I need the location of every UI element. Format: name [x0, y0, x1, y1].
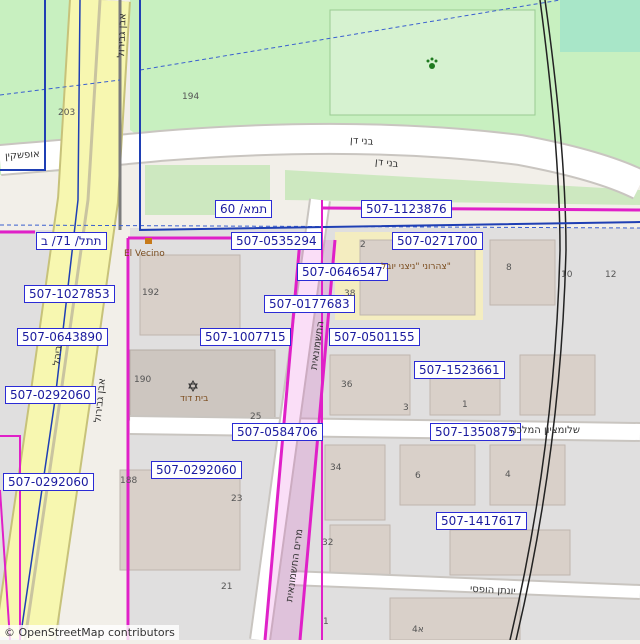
cafe-icon: [145, 238, 152, 244]
plan-label[interactable]: 507-1523661: [414, 361, 505, 379]
building-number: 190: [134, 375, 152, 385]
plan-label[interactable]: 507-0271700: [392, 232, 483, 250]
building-number: 36: [341, 380, 353, 390]
building-number: 188: [120, 476, 138, 486]
poi-cafe-label[interactable]: El Vecino: [124, 249, 165, 259]
plan-label[interactable]: 507-0643890: [17, 328, 108, 346]
building-number: 12: [605, 270, 617, 280]
plan-label[interactable]: 507-1027853: [24, 285, 115, 303]
street-name: בני דן: [349, 135, 374, 148]
building-number: 3: [403, 403, 409, 413]
building-number: 25: [250, 412, 262, 422]
plan-label[interactable]: 507-0177683: [264, 295, 355, 313]
building-number: 194: [182, 92, 200, 102]
plan-label[interactable]: 507-0292060: [5, 386, 96, 404]
street-name: יונתן הופסי: [469, 583, 516, 598]
building-number: 32: [322, 538, 334, 548]
building-number: 6: [415, 471, 421, 481]
plan-label[interactable]: 507-0646547: [297, 263, 388, 281]
building-number: 38: [344, 289, 356, 299]
poi-synagogue-label[interactable]: בית דוד: [180, 394, 208, 404]
map-canvas[interactable]: 507-1123876 507-0271700 507-0535294 507-…: [0, 0, 640, 644]
map-attribution[interactable]: © OpenStreetMap contributors: [0, 625, 179, 640]
building-number: 10: [561, 270, 573, 280]
street-name: שלומציון המלכה: [510, 425, 580, 436]
plan-label[interactable]: תתל/ 71/ ב: [36, 232, 107, 250]
plan-label[interactable]: 507-0535294: [231, 232, 322, 250]
building-number: 21: [221, 582, 233, 592]
street-name: ביהל: [51, 344, 65, 367]
plan-label[interactable]: 507-1007715: [200, 328, 291, 346]
map-base-layer: [0, 0, 640, 644]
plan-label[interactable]: 507-0292060: [151, 461, 242, 479]
building-number: 192: [142, 288, 160, 298]
plan-label[interactable]: 507-0501155: [329, 328, 420, 346]
plan-label[interactable]: תמא/ 60: [215, 200, 273, 218]
plan-label[interactable]: 507-1123876: [361, 200, 452, 218]
plan-label[interactable]: 507-1417617: [436, 512, 527, 530]
plan-label[interactable]: 507-0292060: [3, 473, 94, 491]
building-number: 1: [462, 400, 468, 410]
building-number: 1: [323, 617, 329, 627]
building-number: 4: [505, 470, 511, 480]
plan-label[interactable]: 507-1350875: [430, 423, 521, 441]
poi-kindergarten-label[interactable]: צהרוני "ניצני יובל": [376, 262, 456, 272]
building-number: 34: [330, 463, 342, 473]
building-number: 2: [360, 240, 366, 250]
building-number: 23: [231, 494, 243, 504]
street-name: אבן גבירול: [116, 13, 129, 58]
building-number: 8: [506, 263, 512, 273]
street-name: בני דן: [374, 156, 399, 171]
building-number: 4א: [412, 625, 424, 635]
plan-label[interactable]: 507-0584706: [232, 423, 323, 441]
building-number: 203: [58, 108, 76, 118]
